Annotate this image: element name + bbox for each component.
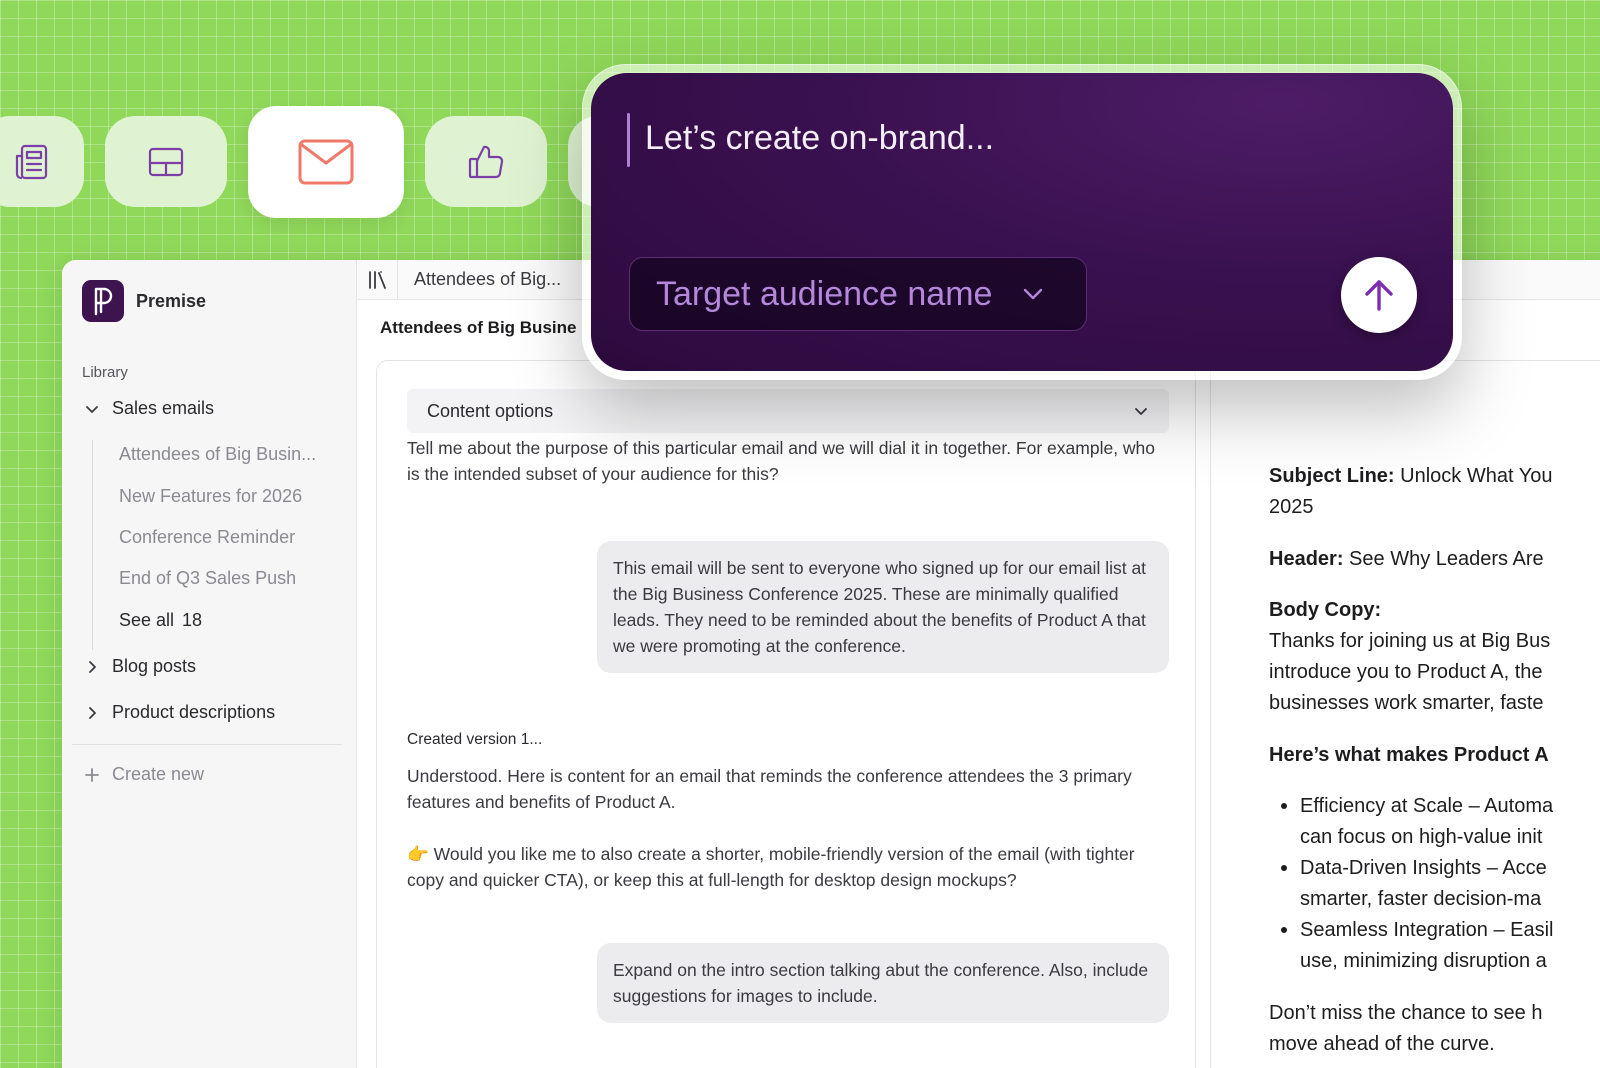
feature-line: smarter, faster decision-ma — [1300, 888, 1542, 910]
sidebar-item[interactable]: Attendees of Big Busin... — [119, 444, 316, 465]
brand-logo — [82, 280, 124, 322]
chevron-down-icon — [86, 405, 98, 413]
see-all-link[interactable]: See all 18 — [119, 610, 202, 631]
newspaper-icon — [12, 142, 52, 182]
layout-icon — [146, 142, 186, 182]
prompt-input-panel[interactable]: Let’s create on-brand... Target audience… — [591, 73, 1453, 371]
subject-label: Subject Line: — [1269, 465, 1395, 487]
sidebar-divider — [72, 744, 342, 745]
document-title: Attendees of Big Busine — [380, 318, 577, 337]
header-label: Header: — [1269, 548, 1344, 570]
chat-panel: Content options Tell me about the purpos… — [376, 360, 1196, 1068]
see-all-count: 18 — [182, 610, 203, 630]
user-message: This email will be sent to everyone who … — [597, 541, 1169, 673]
app-window: Premise Library Sales emails Attendees o… — [62, 260, 1600, 1068]
body-copy-label: Body Copy: — [1269, 595, 1381, 626]
assistant-message: Tell me about the purpose of this partic… — [407, 438, 1156, 484]
brand[interactable]: Premise — [82, 280, 206, 322]
category-email-button[interactable] — [248, 106, 404, 218]
feature-line: can focus on high-value init — [1300, 826, 1543, 848]
sidebar-item[interactable]: Conference Reminder — [119, 527, 295, 548]
chevron-down-icon — [1135, 408, 1147, 415]
content-options-dropdown[interactable]: Content options — [407, 389, 1169, 433]
category-newspaper-button[interactable] — [0, 116, 84, 207]
library-icon — [368, 271, 386, 289]
body-copy-line: Thanks for joining us at Big Bus — [1269, 630, 1551, 652]
target-audience-label: Target audience name — [656, 274, 993, 313]
sidebar-group-blog-posts[interactable]: Blog posts — [84, 656, 196, 677]
category-social-button[interactable] — [425, 116, 547, 207]
list-item: Efficiency at Scale – Automa can focus on… — [1269, 791, 1553, 853]
library-label: Library — [82, 364, 128, 381]
content-options-label: Content options — [427, 400, 554, 421]
sidebar-group-sales-emails[interactable]: Sales emails — [84, 398, 214, 419]
assistant-message: Understood. Here is content for an email… — [407, 766, 1132, 812]
email-preview-panel: Subject Line: Unlock What You 2025 Heade… — [1210, 360, 1600, 1068]
feature-line: Data-Driven Insights – Acce — [1300, 857, 1547, 879]
assistant-message: 👉 Would you like me to also create a sho… — [407, 844, 1135, 890]
sidebar-item[interactable]: End of Q3 Sales Push — [119, 568, 296, 589]
list-item: Data-Driven Insights – Acce smarter, fast… — [1269, 853, 1553, 915]
thumbs-up-icon — [466, 142, 506, 182]
send-button[interactable] — [1341, 257, 1417, 333]
category-layout-button[interactable] — [105, 116, 227, 207]
closing-line: Don’t miss the chance to see h — [1269, 1002, 1543, 1024]
chevron-right-icon — [89, 706, 96, 719]
prompt-input[interactable]: Let’s create on-brand... — [645, 119, 994, 158]
tab-document[interactable]: Attendees of Big... — [414, 269, 561, 290]
arrow-up-icon — [1365, 280, 1393, 311]
create-new-button[interactable]: Create new — [84, 764, 204, 785]
features-heading-text: Here’s what makes Product A — [1269, 744, 1549, 766]
sidebar-item[interactable]: New Features for 2026 — [119, 486, 302, 507]
subject-line-cont: 2025 — [1269, 496, 1314, 518]
sales-email-list: Attendees of Big Busin... New Features f… — [92, 440, 332, 650]
sidebar-group-label: Blog posts — [112, 656, 197, 676]
plus-icon — [85, 767, 99, 782]
closing-line: move ahead of the curve. — [1269, 1033, 1495, 1055]
user-message: Expand on the intro section talking abut… — [597, 943, 1169, 1023]
feature-line: Seamless Integration – Easil — [1300, 919, 1554, 941]
body-copy-line: introduce you to Product A, the — [1269, 661, 1543, 683]
body-label: Body Copy: — [1269, 599, 1382, 621]
see-all-label: See all — [119, 610, 175, 630]
library-toggle-button[interactable] — [358, 260, 398, 300]
header-text: See Why Leaders Are — [1349, 548, 1544, 570]
chevron-right-icon — [89, 660, 96, 673]
list-item: Seamless Integration – Easil use, minimiz… — [1269, 915, 1553, 977]
mail-icon — [297, 138, 355, 186]
subject-line: Subject Line: Unlock What You — [1269, 461, 1552, 492]
features-list: Efficiency at Scale – Automa can focus on… — [1269, 791, 1553, 977]
subject-text: Unlock What You — [1400, 465, 1553, 487]
feature-line: Efficiency at Scale – Automa — [1300, 795, 1554, 817]
text-caret — [627, 113, 630, 167]
prompt-card: Let’s create on-brand... Target audience… — [582, 64, 1462, 380]
create-new-label: Create new — [112, 764, 205, 784]
version-status[interactable]: Created version 1... — [407, 731, 542, 749]
sidebar-group-product-descriptions[interactable]: Product descriptions — [84, 702, 275, 723]
sidebar-group-label: Sales emails — [112, 398, 215, 418]
header-line: Header: See Why Leaders Are — [1269, 544, 1544, 575]
features-heading: Here’s what makes Product A — [1269, 740, 1549, 771]
sidebar: Premise Library Sales emails Attendees o… — [62, 260, 357, 1068]
brand-name: Premise — [136, 290, 207, 311]
sidebar-group-label: Product descriptions — [112, 702, 276, 722]
body-copy-line: businesses work smarter, faste — [1269, 692, 1544, 714]
feature-line: use, minimizing disruption a — [1300, 950, 1547, 972]
target-audience-select[interactable]: Target audience name — [629, 257, 1087, 331]
chevron-down-icon — [1024, 288, 1043, 300]
